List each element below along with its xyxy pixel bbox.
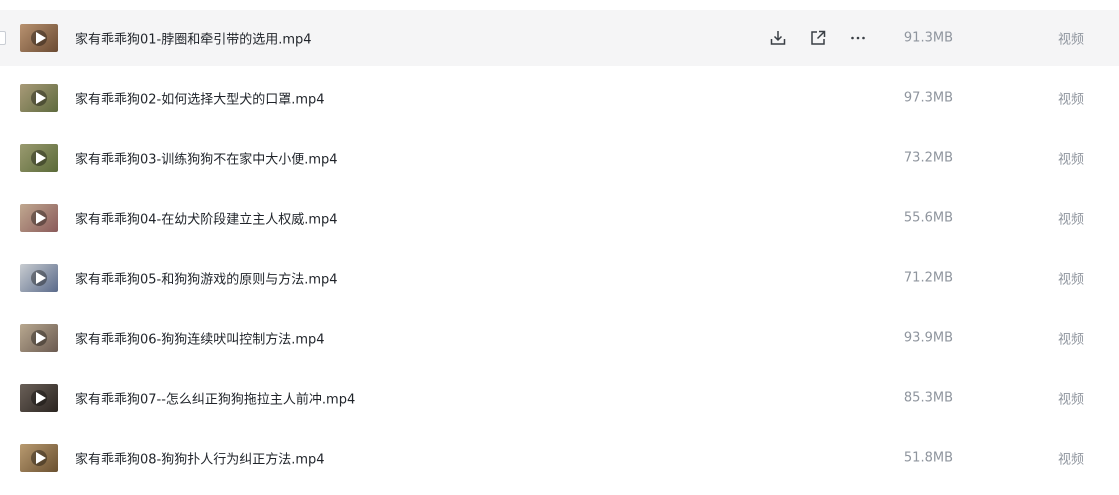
file-row[interactable]: 家有乖乖狗06-狗狗连续吠叫控制方法.mp4 93.9MB 视频 [0,310,1119,366]
file-row[interactable]: 家有乖乖狗03-训练狗狗不在家中大小便.mp4 73.2MB 视频 [0,130,1119,186]
file-size: 51.8MB [903,450,953,466]
file-name[interactable]: 家有乖乖狗01-脖圈和牵引带的选用.mp4 [75,29,312,48]
share-icon[interactable] [808,28,828,48]
file-type: 视频 [1058,332,1085,348]
file-row[interactable]: 家有乖乖狗02-如何选择大型犬的口罩.mp4 97.3MB 视频 [0,70,1119,126]
file-row[interactable]: 家有乖乖狗07--怎么纠正狗狗拖拉主人前冲.mp4 85.3MB 视频 [0,370,1119,426]
file-name[interactable]: 家有乖乖狗05-和狗狗游戏的原则与方法.mp4 [75,269,338,288]
file-name[interactable]: 家有乖乖狗08-狗狗扑人行为纠正方法.mp4 [75,449,325,468]
file-name[interactable]: 家有乖乖狗07--怎么纠正狗狗拖拉主人前冲.mp4 [75,389,355,408]
video-thumbnail [20,324,58,352]
file-size: 97.3MB [903,90,953,106]
file-row[interactable]: 家有乖乖狗01-脖圈和牵引带的选用.mp4 91.3MB 视频 [0,10,1119,66]
file-size: 55.6MB [903,210,953,226]
file-size: 85.3MB [903,390,953,406]
video-thumbnail [20,204,58,232]
video-thumbnail [20,444,58,472]
video-thumbnail [20,264,58,292]
file-type: 视频 [1058,272,1085,288]
file-size: 73.2MB [903,150,953,166]
file-type: 视频 [1058,92,1085,108]
row-checkbox[interactable] [0,31,6,45]
file-list: 家有乖乖狗01-脖圈和牵引带的选用.mp4 91.3MB 视频 家有乖乖狗02-… [0,0,1119,495]
video-thumbnail [20,24,58,52]
video-thumbnail [20,84,58,112]
file-size: 71.2MB [903,270,953,286]
file-type: 视频 [1058,392,1085,408]
file-name[interactable]: 家有乖乖狗06-狗狗连续吠叫控制方法.mp4 [75,329,325,348]
file-size: 93.9MB [903,330,953,346]
file-name[interactable]: 家有乖乖狗02-如何选择大型犬的口罩.mp4 [75,89,325,108]
file-size: 91.3MB [903,30,953,46]
file-type: 视频 [1058,212,1085,228]
file-row[interactable]: 家有乖乖狗08-狗狗扑人行为纠正方法.mp4 51.8MB 视频 [0,430,1119,486]
download-icon[interactable] [768,28,788,48]
video-thumbnail [20,144,58,172]
file-type: 视频 [1058,152,1085,168]
file-type: 视频 [1058,32,1085,48]
file-name[interactable]: 家有乖乖狗03-训练狗狗不在家中大小便.mp4 [75,149,338,168]
more-icon[interactable] [848,28,868,48]
file-name[interactable]: 家有乖乖狗04-在幼犬阶段建立主人权威.mp4 [75,209,338,228]
file-row[interactable]: 家有乖乖狗04-在幼犬阶段建立主人权威.mp4 55.6MB 视频 [0,190,1119,246]
row-actions [768,28,888,48]
file-row[interactable]: 家有乖乖狗05-和狗狗游戏的原则与方法.mp4 71.2MB 视频 [0,250,1119,306]
file-type: 视频 [1058,452,1085,468]
video-thumbnail [20,384,58,412]
